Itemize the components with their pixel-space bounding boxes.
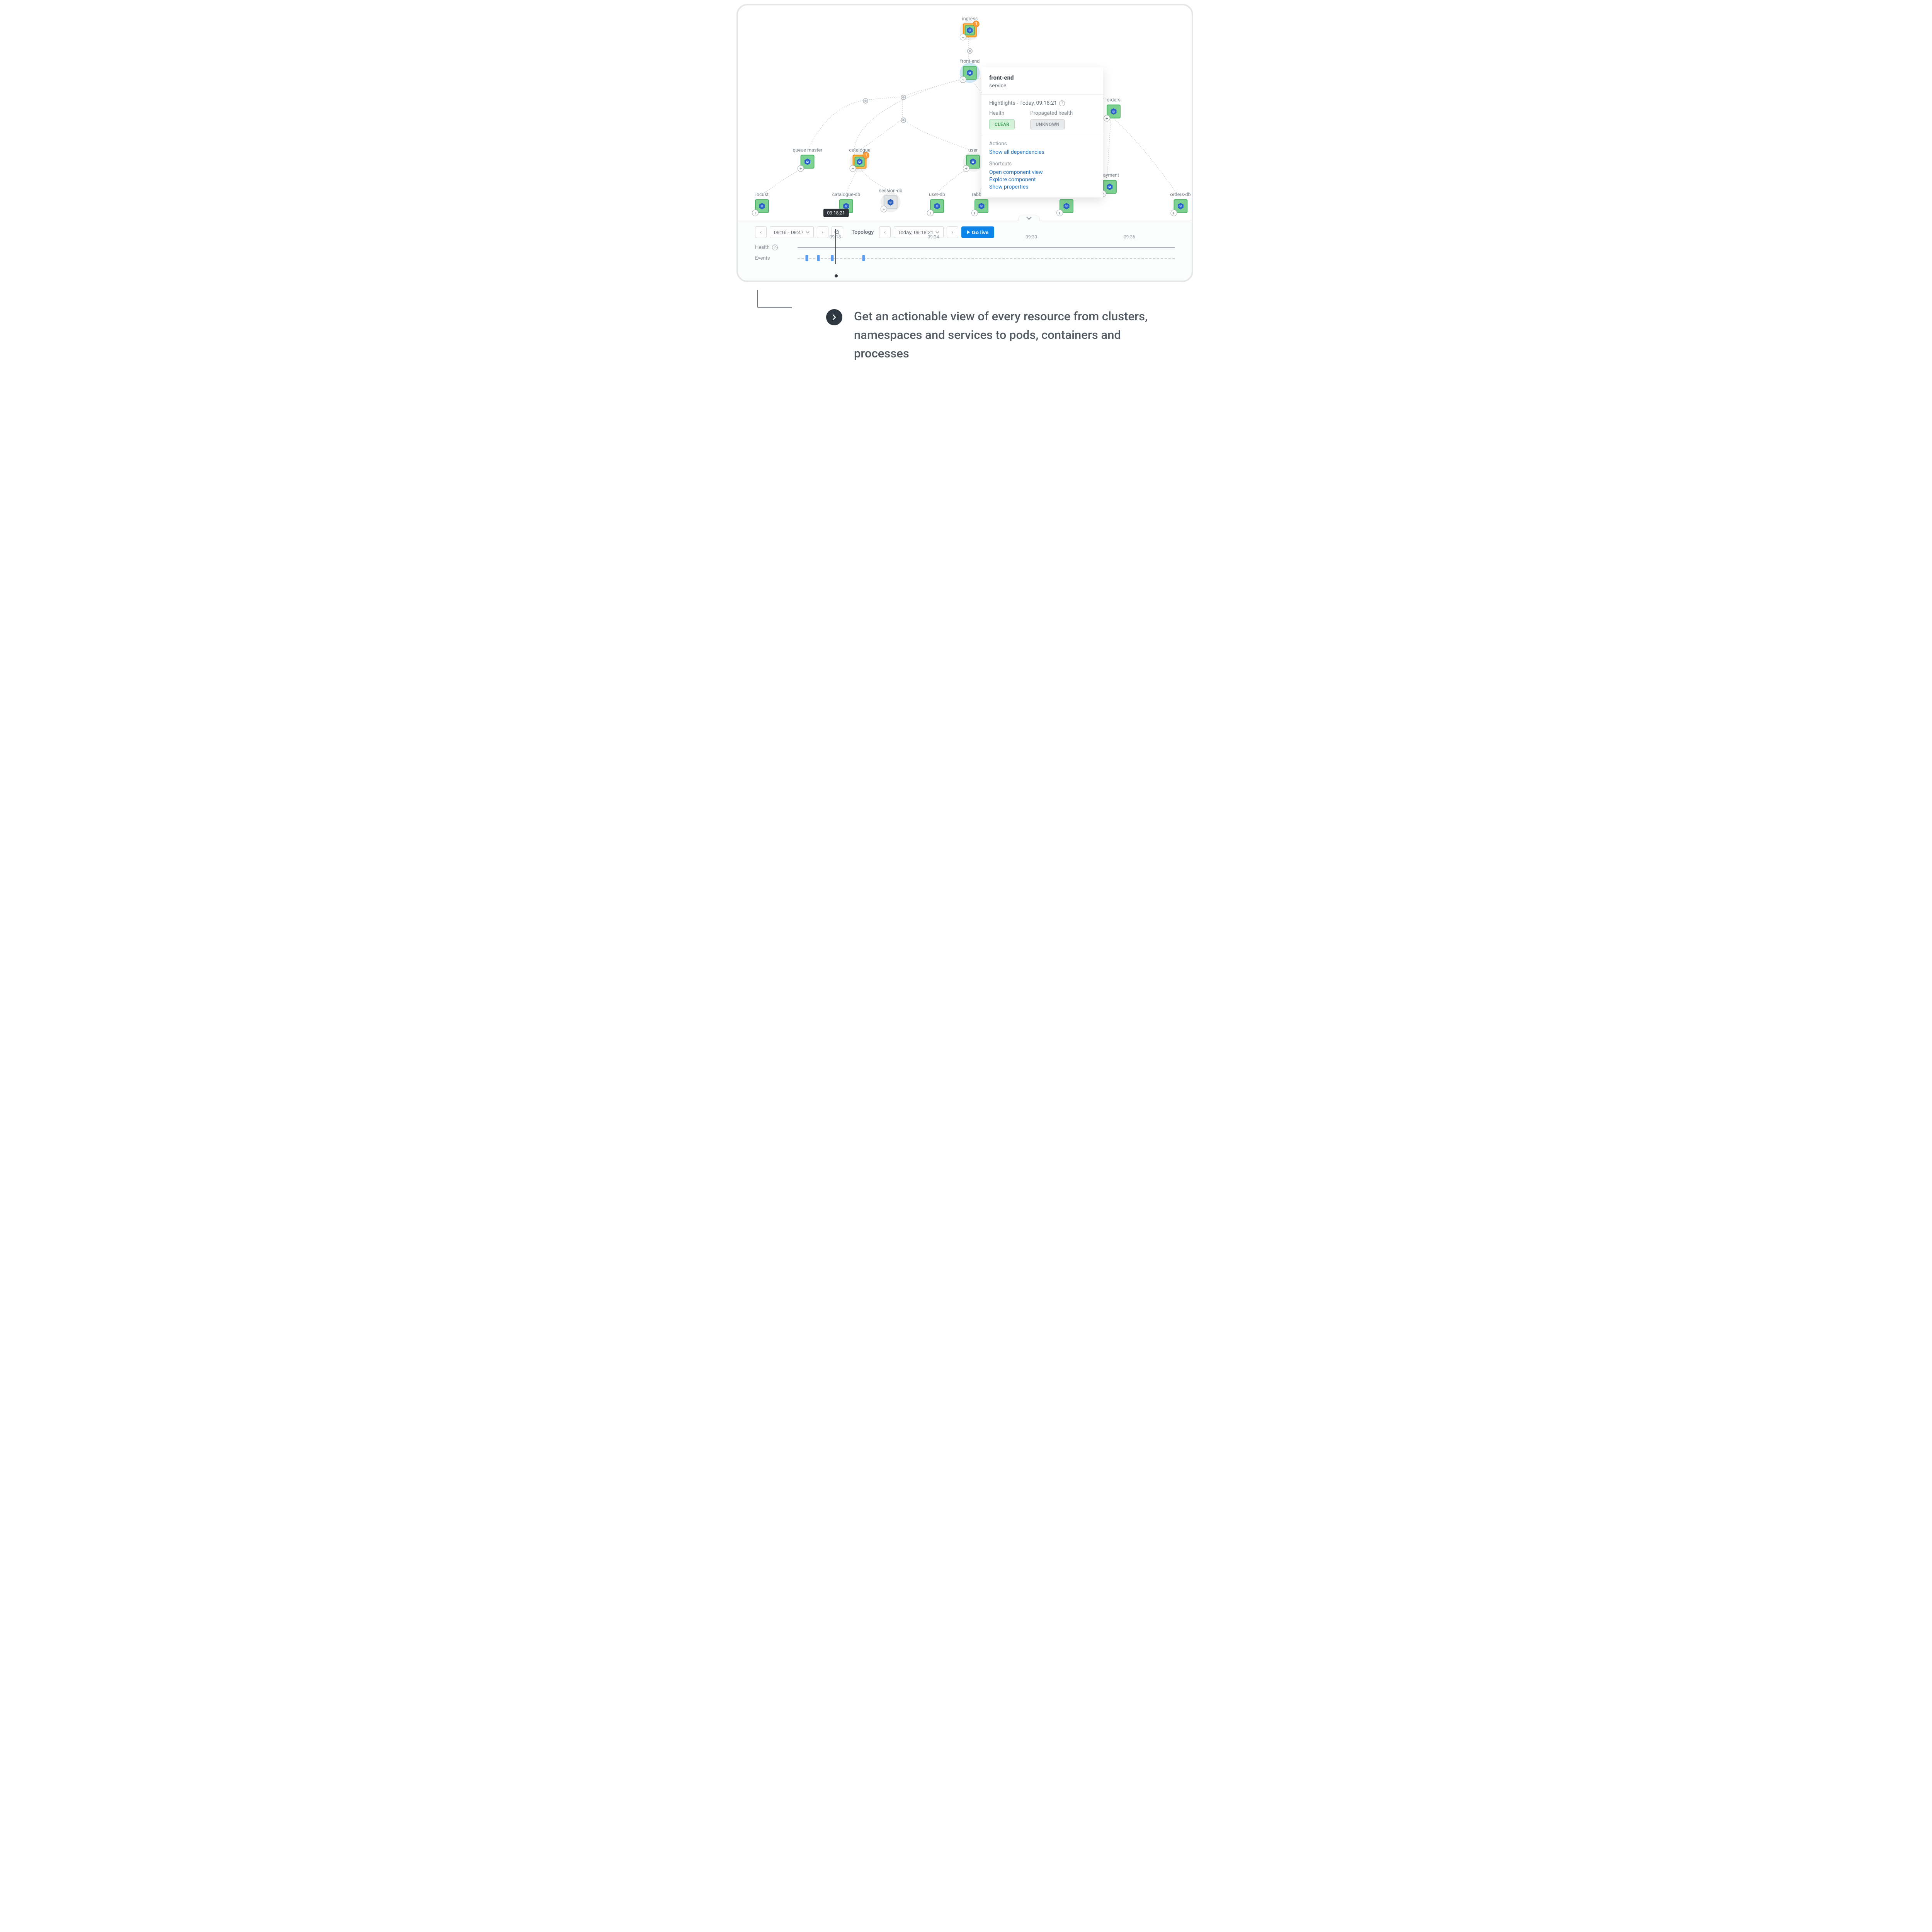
view-mode-label: Topology [852,229,874,235]
node-details-popover: front-end service Hightlights - Today, 0… [981,67,1103,197]
graph-waypoint [901,95,906,100]
graph-waypoint [967,48,973,54]
health-row: Health ? 09:1809:2409:3009:3609:18:21 [755,242,1175,253]
help-icon[interactable]: ? [1059,100,1065,106]
play-icon [967,230,970,234]
expand-node-button[interactable]: + [971,210,978,216]
timeline-body: Health ? 09:1809:2409:3009:3609:18:21 Ev… [738,242,1192,264]
expand-node-button[interactable]: + [1170,210,1177,216]
node-ingress[interactable]: ingress + 1 [962,16,978,37]
node-user-db[interactable]: user-db + [929,192,945,213]
show-properties-link[interactable]: Show properties [989,184,1095,190]
timeline-collapse-tab[interactable] [1018,216,1040,221]
node-label: queue-master [793,148,823,153]
node-user[interactable]: user + [966,148,980,169]
health-label: Health [989,110,1015,116]
range-next-button[interactable]: › [817,226,828,238]
graph-waypoint [863,98,868,104]
popover-title: front-end [989,74,1095,81]
event-marker[interactable] [806,255,808,261]
events-row-label: Events [755,255,770,261]
health-badge: CLEAR [989,119,1015,129]
timeline-panel: ‹ 09:16 - 09:47 › Topology ‹ Today, 09:1… [738,221,1192,281]
show-dependencies-link[interactable]: Show all dependencies [989,149,1095,155]
event-marker[interactable] [862,255,865,261]
shortcuts-heading: Shortcuts [989,161,1095,167]
divider [981,94,1103,95]
node-frontend[interactable]: front-end + [960,59,980,80]
expand-node-button[interactable]: + [752,210,759,216]
caption-text: Get an actionable view of every resource… [854,307,1175,363]
highlights-heading: Hightlights - Today, 09:18:21 ? [989,100,1095,106]
highlights-label: Hightlights - Today, 09:18:21 [989,100,1057,106]
node-queue-master[interactable]: queue-master + [793,148,823,169]
timestamp-prev-button[interactable]: ‹ [879,226,891,238]
propagated-health-label: Propagated health [1030,110,1073,116]
cursor-time-label: 09:18:21 [823,209,849,217]
node-orders[interactable]: orders + [1107,97,1121,119]
node-session-db[interactable]: session-db + [879,188,903,209]
node-orders-db[interactable]: orders-db + [1170,192,1190,213]
expand-node-button[interactable]: + [1104,115,1110,122]
actions-heading: Actions [989,141,1095,147]
go-live-label: Go live [972,230,988,235]
time-range-label: 09:16 - 09:47 [774,230,804,235]
popover-subtitle: service [989,83,1095,89]
tick-label: 09:30 [1026,234,1037,240]
callout-chevron-icon [826,309,842,325]
node-label: user-db [929,192,945,198]
events-track[interactable] [798,253,1175,264]
node-catalogue[interactable]: catalogue + 1 [849,148,871,169]
app-frame: ingress + 1 front-end + queue-master + c… [736,4,1193,282]
node-payment[interactable]: payment + [1100,173,1119,194]
node-label: payment [1100,173,1119,179]
expand-node-button[interactable]: + [963,165,969,172]
node-label: locust [755,192,769,198]
expand-node-button[interactable]: + [927,210,934,216]
propagated-health-badge: UNKNOWN [1030,119,1065,129]
events-row: Events [755,253,1175,264]
callout-connector [757,282,796,317]
time-range-selector[interactable]: 09:16 - 09:47 [770,226,814,238]
graph-waypoint [901,117,906,123]
node-locust[interactable]: locust + [755,192,769,213]
tick-label: 09:36 [1124,234,1135,240]
stage: ingress + 1 front-end + queue-master + c… [730,0,1202,377]
health-row-label: Health [755,245,770,250]
range-prev-button[interactable]: ‹ [755,226,767,238]
node-label: orders-db [1170,192,1190,198]
event-marker[interactable] [817,255,820,261]
node-label: orders [1107,97,1121,103]
open-component-view-link[interactable]: Open component view [989,169,1095,175]
health-track[interactable]: 09:1809:2409:3009:3609:18:21 [798,242,1175,253]
go-live-button[interactable]: Go live [961,226,994,238]
node-label: catalogue-db [832,192,860,198]
event-marker[interactable] [831,255,833,261]
expand-node-button[interactable]: + [1056,210,1063,216]
tick-label: 09:24 [927,234,939,240]
explore-component-link[interactable]: Explore component [989,177,1095,183]
help-icon[interactable]: ? [772,245,778,250]
timestamp-next-button[interactable]: › [947,226,958,238]
